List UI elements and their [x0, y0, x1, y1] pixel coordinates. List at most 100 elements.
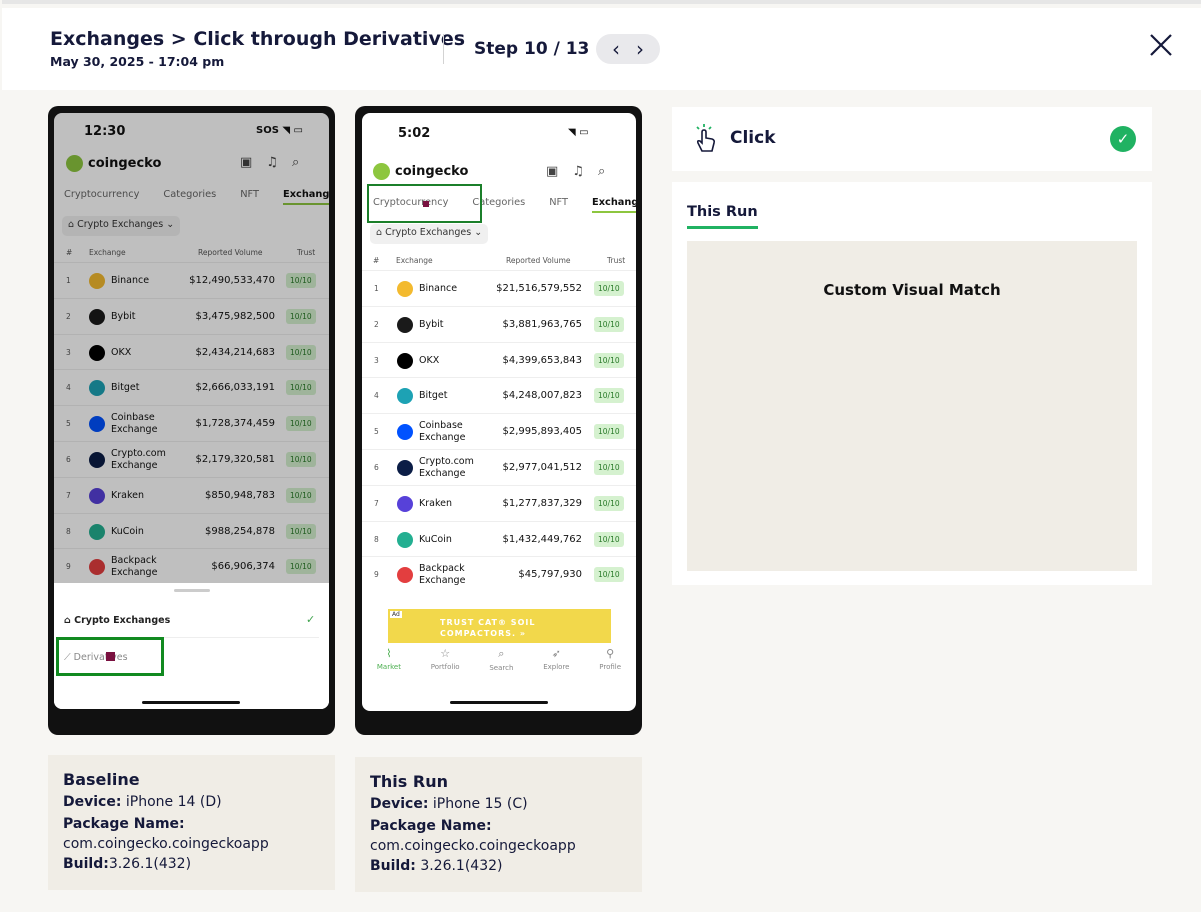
exchange-name: KuCoin: [419, 533, 452, 545]
row-rank: 7: [374, 498, 379, 508]
table-row[interactable]: 1 Binance $21,516,579,552 10/10: [362, 270, 636, 306]
page-title: Exchanges > Click through Derivatives: [50, 28, 466, 50]
exchange-name: Bitget: [419, 390, 448, 402]
chevron-right-icon[interactable]: ›: [636, 39, 644, 59]
table-row[interactable]: 5 Coinbase Exchange $2,995,893,405 10/10: [362, 413, 636, 449]
reported-volume: $3,881,963,765: [502, 318, 582, 330]
baseline-package: com.coingecko.coingeckoapp: [63, 836, 269, 852]
trust-score: 10/10: [594, 388, 624, 404]
chart-icon: ⌇: [386, 647, 392, 660]
trust-score: 10/10: [594, 281, 624, 296]
bell-icon: ♫: [572, 164, 584, 179]
click-point-marker: [423, 201, 429, 207]
table-row[interactable]: 7 Kraken $1,277,837,329 10/10: [362, 484, 636, 521]
reported-volume: $1,432,449,762: [502, 533, 582, 545]
ad-text: TRUST CAT® SOIL COMPACTORS. »: [440, 618, 536, 638]
home-indicator: [450, 701, 548, 704]
baseline-device: Device: iPhone 14 (D): [63, 794, 222, 810]
table-row[interactable]: 9 Backpack Exchange $45,797,930 10/10: [362, 556, 636, 592]
row-rank: 6: [374, 463, 379, 472]
step-navigation: ‹ ›: [596, 34, 660, 64]
home-indicator: [142, 701, 240, 704]
reported-volume: $4,399,653,843: [502, 354, 582, 366]
ad-banner: Ad TRUST CAT® SOIL COMPACTORS. »: [388, 609, 611, 643]
row-rank: 4: [374, 391, 379, 401]
table-row[interactable]: 8 KuCoin $1,432,449,762 10/10: [362, 520, 636, 557]
filter-dropdown: ⌂ Crypto Exchanges ⌄: [370, 224, 489, 244]
exchange-name: Kraken: [419, 497, 452, 509]
nav-search: ⌕ Search: [489, 647, 514, 672]
exchange-logo-icon: [397, 388, 413, 405]
nav-portfolio: ☆ Portfolio: [430, 647, 460, 671]
baseline-build: Build:3.26.1(432): [63, 856, 192, 872]
chevron-left-icon[interactable]: ‹: [612, 39, 620, 59]
trust-score: 10/10: [594, 460, 624, 475]
star-icon: ☆: [440, 647, 451, 660]
table-row[interactable]: 6 Crypto.com Exchange $2,977,041,512 10/10: [362, 449, 636, 485]
exchange-logo-icon: [397, 567, 413, 584]
reported-volume: $2,995,893,405: [502, 426, 582, 438]
modal-header: Exchanges > Click through Derivatives Ma…: [2, 8, 1201, 90]
visual-match-panel: Custom Visual Match: [687, 241, 1137, 571]
action-card: Click ✓: [672, 107, 1152, 171]
header-divider: [443, 34, 444, 64]
status-time: 5:02: [398, 126, 431, 141]
tap-hand-icon: [696, 124, 716, 152]
row-rank: 8: [374, 534, 379, 544]
row-rank: 9: [374, 570, 379, 580]
exchange-logo-icon: [397, 460, 413, 476]
baseline-package-label: Package Name:: [63, 816, 185, 832]
exchange-name: Coinbase Exchange: [419, 420, 466, 444]
nav-explore: ➶ Explore: [543, 647, 570, 671]
run-package-label: Package Name:: [370, 818, 492, 834]
exchange-name: Binance: [419, 283, 458, 294]
tab-this-run[interactable]: This Run: [687, 204, 758, 229]
reported-volume: $2,977,041,512: [502, 462, 582, 473]
screen-overlay: [54, 113, 329, 583]
user-icon: ⚲: [606, 647, 615, 660]
result-card: This Run Custom Visual Match: [672, 182, 1152, 585]
reported-volume: $4,248,007,823: [502, 390, 582, 402]
check-circle-icon: ✓: [1110, 126, 1136, 152]
bottom-navigation: ⌇ Market ☆ Portfolio ⌕ Search ➶ Explore ⚲ Pro…: [362, 647, 636, 687]
exchange-logo-icon: [397, 495, 413, 512]
search-icon: ⌕: [498, 647, 505, 660]
action-label: Click: [730, 128, 776, 148]
trust-score: 10/10: [594, 424, 624, 440]
row-rank: 3: [374, 355, 379, 365]
table-row[interactable]: 2 Bybit $3,881,963,765 10/10: [362, 305, 636, 342]
run-package: com.coingecko.coingeckoapp: [370, 838, 576, 854]
row-rank: 5: [374, 427, 379, 437]
checkmark-icon: ✓: [306, 613, 316, 626]
exchange-logo-icon: [397, 316, 413, 333]
sheet-handle: [174, 589, 210, 592]
nav-market: ⌇ Market: [376, 647, 401, 671]
table-row[interactable]: 3 OKX $4,399,653,843 10/10: [362, 341, 636, 378]
exchange-logo-icon: [397, 531, 413, 548]
run-info-card: This Run Device: iPhone 15 (C) Package N…: [355, 757, 642, 892]
exchange-logo-icon: [397, 352, 413, 369]
reported-volume: $45,797,930: [518, 569, 582, 581]
header-icons: ▣ ♫ ⌕: [546, 164, 605, 179]
exchange-name: Bybit: [419, 318, 444, 330]
trust-score: 10/10: [594, 531, 624, 547]
tab-exchanges: Exchanges: [592, 197, 636, 213]
exchange-logo-icon: [397, 424, 413, 441]
rocket-icon: ➶: [551, 647, 561, 660]
match-label: Custom Visual Match: [823, 281, 1001, 299]
nav-profile: ⚲ Profile: [599, 647, 622, 671]
run-date: May 30, 2025 - 17:04 pm: [50, 54, 225, 69]
status-indicators: ◥ ▭: [568, 127, 589, 138]
tab-nft: NFT: [549, 197, 568, 208]
click-point-marker: [106, 652, 115, 661]
table-row[interactable]: 4 Bitget $4,248,007,823 10/10: [362, 377, 636, 413]
search-icon: ⌕: [597, 164, 606, 179]
close-icon[interactable]: [1146, 30, 1176, 60]
gift-icon: ▣: [546, 164, 559, 179]
ad-label: Ad: [390, 611, 402, 618]
exchange-logo-icon: [397, 281, 413, 297]
run-device: Device: iPhone 15 (C): [370, 796, 528, 812]
app-logo: coingecko: [373, 163, 468, 180]
baseline-screen: 12:30 SOS ◥ ▭ coingecko ▣ ♫ ⌕ Cryptocurren…: [54, 113, 329, 709]
baseline-heading: Baseline: [63, 770, 140, 789]
